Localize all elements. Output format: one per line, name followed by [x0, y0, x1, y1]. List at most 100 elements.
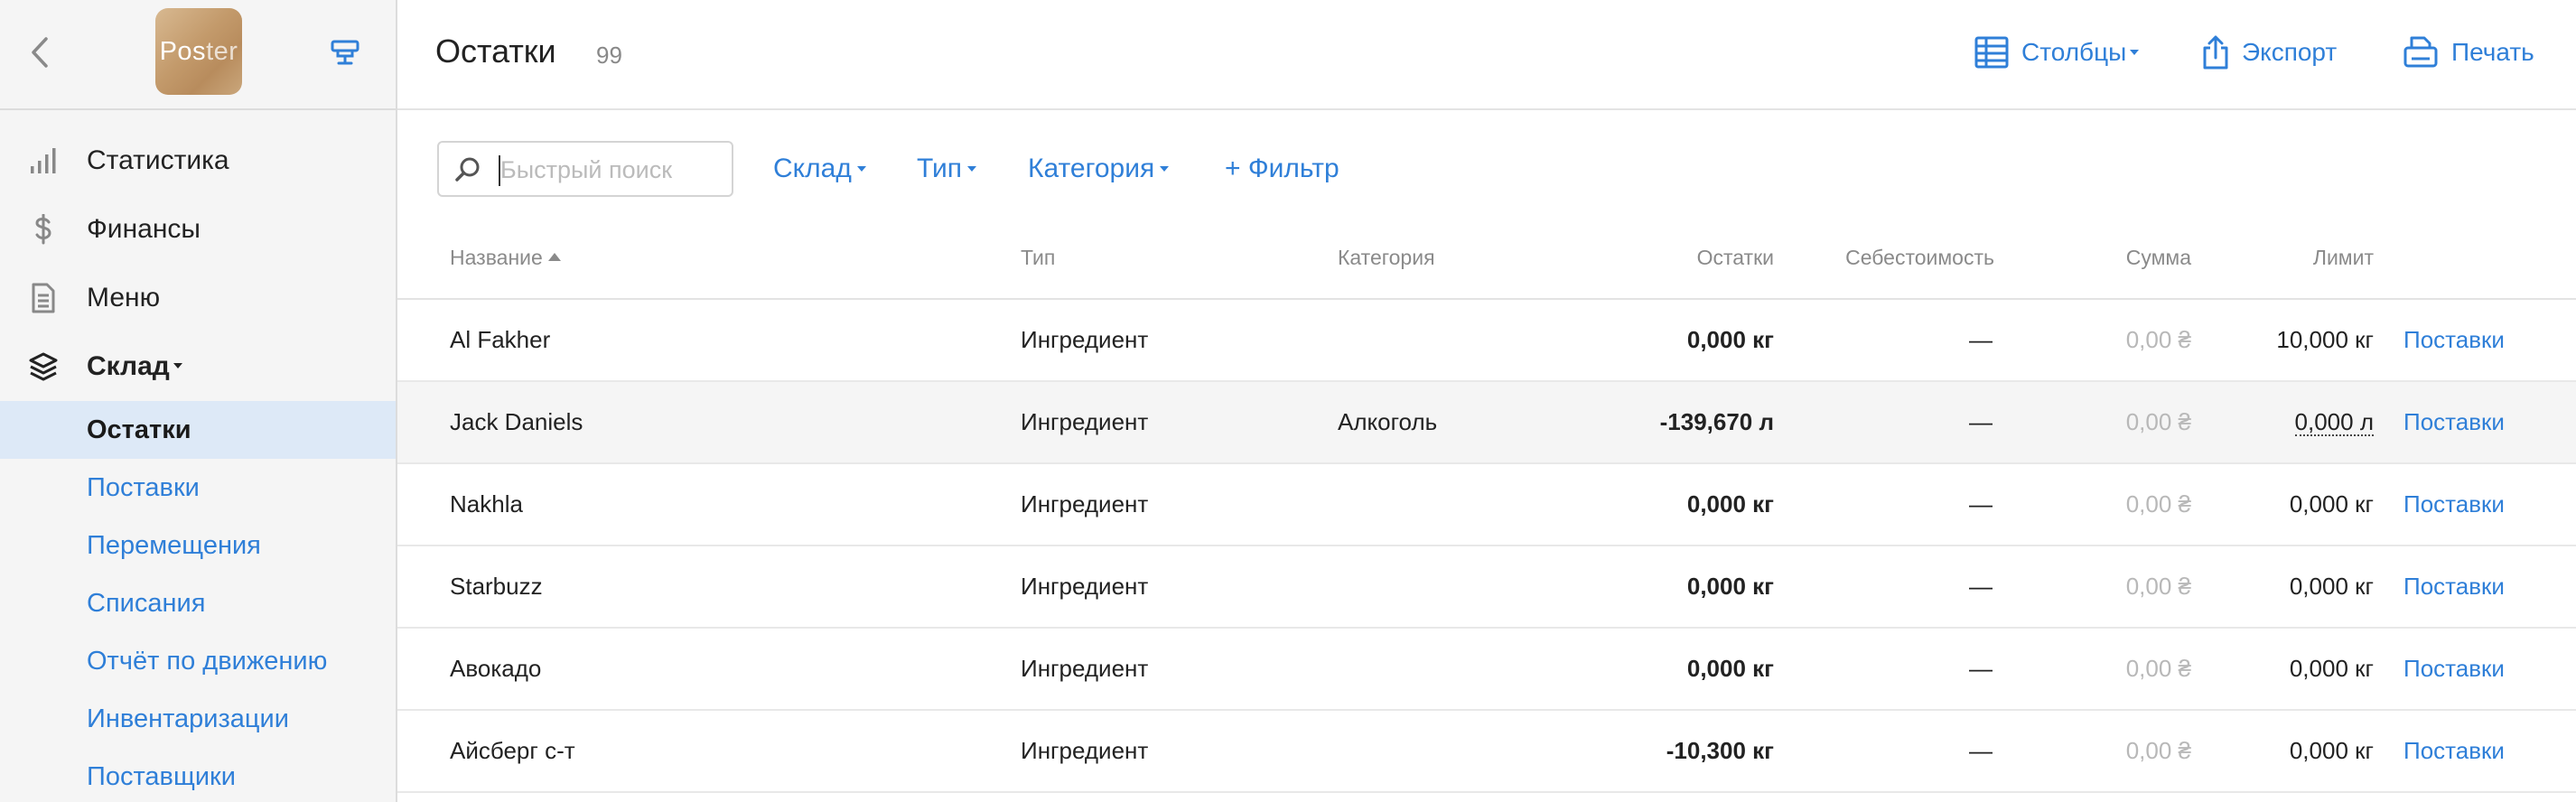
- cell-name: Авокадо: [450, 655, 542, 682]
- cell-cost: —: [1969, 737, 1993, 764]
- nav-label: Меню: [87, 283, 161, 312]
- cell-sum: 0,00 ₴: [2125, 326, 2191, 353]
- back-button[interactable]: [23, 34, 56, 70]
- sidebar-item-writeoffs[interactable]: Списания: [0, 574, 396, 632]
- cell-name: Jack Daniels: [450, 408, 583, 435]
- sidebar-item-label: Отчёт по движению: [87, 646, 328, 676]
- cell-sum: 0,00 ₴: [2125, 655, 2191, 682]
- nav-label: Склад: [87, 351, 182, 382]
- table-row[interactable]: Авокадо Ингредиент 0,000 кг — 0,00 ₴ 0,0…: [397, 629, 2576, 711]
- table-row[interactable]: Al Fakher Ингредиент 0,000 кг — 0,00 ₴ 1…: [397, 300, 2576, 382]
- cell-cost: —: [1969, 490, 1993, 518]
- nav-warehouse[interactable]: Склад: [0, 332, 396, 401]
- cell-type: Ингредиент: [1021, 490, 1149, 518]
- cell-limit: 0,000 кг: [2289, 490, 2374, 518]
- category-filter[interactable]: Категория: [1028, 148, 1170, 190]
- columns-label: Столбцы: [2021, 38, 2127, 66]
- sidebar: Pos ter Статистика Финансы Меню Склад Ост…: [0, 0, 397, 802]
- cell-limit: 0,000 кг: [2289, 573, 2374, 600]
- nav-warehouse-label: Склад: [87, 351, 170, 381]
- chevron-left-icon: [32, 37, 48, 68]
- sidebar-item-suppliers[interactable]: Поставщики: [0, 748, 396, 802]
- column-header-cost[interactable]: Себестоимость: [1788, 246, 1994, 270]
- chevron-down-icon: [967, 166, 977, 172]
- cell-cost: —: [1969, 326, 1993, 353]
- sidebar-top: Pos ter: [0, 0, 396, 110]
- column-header-category[interactable]: Категория: [1338, 246, 1435, 270]
- column-header-label: Себестоимость: [1845, 246, 1994, 269]
- nav-label: Финансы: [87, 214, 201, 244]
- cell-limit-editable[interactable]: 0,000 л: [2204, 382, 2374, 462]
- sidebar-item-stock[interactable]: Остатки: [0, 401, 396, 459]
- supplies-link[interactable]: Поставки: [2403, 382, 2505, 462]
- search-box[interactable]: [437, 141, 733, 197]
- supplies-link[interactable]: Поставки: [2403, 300, 2505, 380]
- warehouse-filter[interactable]: Склад: [773, 148, 866, 190]
- layers-icon: [27, 350, 60, 383]
- cell-sum: 0,00 ₴: [2125, 490, 2191, 518]
- nav-label: Статистика: [87, 145, 229, 175]
- sidebar-item-inventories[interactable]: Инвентаризации: [0, 690, 396, 748]
- columns-button[interactable]: Столбцы: [1974, 31, 2140, 74]
- type-filter[interactable]: Тип: [917, 148, 977, 190]
- supplies-link[interactable]: Поставки: [2403, 711, 2505, 791]
- print-button[interactable]: Печать: [2403, 31, 2534, 74]
- table-row[interactable]: Nakhla Ингредиент 0,000 кг — 0,00 ₴ 0,00…: [397, 464, 2576, 546]
- column-header-label: Тип: [1021, 246, 1056, 269]
- supplies-link[interactable]: Поставки: [2403, 546, 2505, 627]
- logo: Pos ter: [155, 8, 242, 95]
- export-label: Экспорт: [2242, 38, 2338, 66]
- cell-stock: 0,000 кг: [1686, 655, 1774, 682]
- table-row[interactable]: Starbuzz Ингредиент 0,000 кг — 0,00 ₴ 0,…: [397, 546, 2576, 629]
- cell-name: Nakhla: [450, 490, 523, 518]
- column-header-name[interactable]: Название: [450, 246, 561, 270]
- search-input[interactable]: [500, 154, 724, 186]
- chevron-down-icon: [2130, 50, 2140, 55]
- cell-stock: 0,000 кг: [1686, 490, 1774, 518]
- cell-stock: -10,300 кг: [1666, 737, 1774, 764]
- add-filter-button[interactable]: + Фильтр: [1225, 148, 1339, 190]
- cell-type: Ингредиент: [1021, 655, 1149, 682]
- column-header-label: Сумма: [2125, 246, 2191, 269]
- sort-ascending-icon: [547, 253, 561, 262]
- sidebar-item-supplies[interactable]: Поставки: [0, 459, 396, 517]
- cell-type: Ингредиент: [1021, 573, 1149, 600]
- cell-category: Алкоголь: [1338, 408, 1438, 435]
- column-header-type[interactable]: Тип: [1021, 246, 1055, 270]
- cell-cost: —: [1969, 573, 1993, 600]
- cell-name: Starbuzz: [450, 573, 543, 600]
- supplies-link[interactable]: Поставки: [2403, 629, 2505, 709]
- supplies-link[interactable]: Поставки: [2403, 464, 2505, 545]
- item-count: 99: [596, 42, 622, 69]
- cell-limit-value: 0,000 л: [2294, 407, 2374, 436]
- sidebar-item-transfers[interactable]: Перемещения: [0, 517, 396, 574]
- column-header-label: Название: [450, 246, 543, 269]
- column-header-stock[interactable]: Остатки: [1626, 246, 1774, 270]
- table-row[interactable]: Айсберг с-т Ингредиент -10,300 кг — 0,00…: [397, 711, 2576, 793]
- table-row[interactable]: Jack Daniels Ингредиент Алкоголь -139,67…: [397, 382, 2576, 464]
- nav-statistics[interactable]: Статистика: [0, 126, 396, 195]
- cell-stock: -139,670 л: [1659, 408, 1774, 435]
- category-filter-label: Категория: [1028, 154, 1155, 183]
- cell-name: Al Fakher: [450, 326, 551, 353]
- nav-finance[interactable]: Финансы: [0, 195, 396, 264]
- cell-stock: 0,000 кг: [1686, 326, 1774, 353]
- logo-text-main: Pos: [159, 36, 207, 66]
- sidebar-item-label: Инвентаризации: [87, 704, 289, 733]
- cell-limit: 0,000 кг: [2289, 655, 2374, 682]
- export-button[interactable]: Экспорт: [2202, 31, 2337, 74]
- cell-name: Айсберг с-т: [450, 737, 575, 764]
- cell-type: Ингредиент: [1021, 408, 1149, 435]
- type-filter-label: Тип: [917, 154, 963, 183]
- nav-menu[interactable]: Меню: [0, 264, 396, 332]
- chevron-down-icon: [1160, 166, 1170, 172]
- column-header-sum[interactable]: Сумма: [2023, 246, 2191, 270]
- logo-text-light: ter: [206, 36, 238, 66]
- sidebar-item-label: Поставки: [87, 472, 200, 502]
- sidebar-item-movement-report[interactable]: Отчёт по движению: [0, 632, 396, 690]
- print-label: Печать: [2451, 38, 2534, 66]
- column-header-limit[interactable]: Лимит: [2204, 246, 2374, 270]
- cell-cost: —: [1969, 408, 1993, 435]
- pos-terminal-button[interactable]: [327, 34, 363, 70]
- cell-sum: 0,00 ₴: [2125, 408, 2191, 435]
